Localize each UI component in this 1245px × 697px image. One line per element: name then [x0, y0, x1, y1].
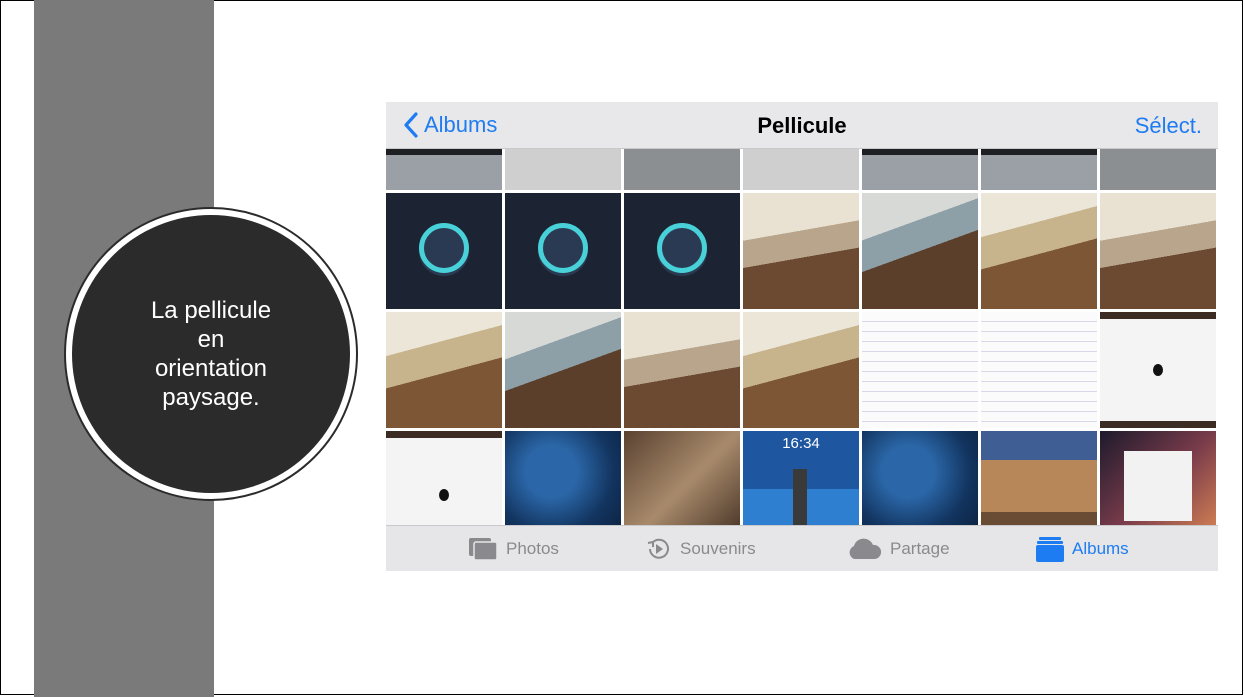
photo-thumbnail[interactable] — [981, 149, 1097, 190]
photo-thumbnail[interactable] — [981, 431, 1097, 525]
photo-thumbnail[interactable] — [386, 193, 502, 309]
photo-thumbnail[interactable] — [505, 149, 621, 190]
photo-thumbnail[interactable] — [743, 149, 859, 190]
photos-icon — [469, 538, 498, 561]
photo-thumbnail[interactable] — [386, 431, 502, 525]
tab-albums-label: Albums — [1072, 539, 1129, 558]
photo-thumbnail[interactable] — [386, 312, 502, 428]
tab-partage-label: Partage — [890, 539, 950, 558]
photo-grid: 16:34 — [386, 149, 1218, 525]
tab-partage[interactable]: Partage — [846, 526, 950, 571]
photo-thumbnail[interactable] — [624, 193, 740, 309]
photo-thumbnail[interactable] — [386, 149, 502, 190]
photo-thumbnail[interactable] — [862, 312, 978, 428]
albums-icon — [1036, 537, 1064, 562]
photo-thumbnail[interactable] — [862, 431, 978, 525]
photo-thumbnail[interactable] — [862, 149, 978, 190]
photo-thumbnail[interactable] — [624, 431, 740, 525]
tab-photos[interactable]: Photos — [468, 526, 559, 571]
photo-thumbnail[interactable] — [743, 312, 859, 428]
photo-thumbnail[interactable] — [1100, 312, 1216, 428]
slide-caption: La pellicule en orientation paysage. — [150, 297, 272, 411]
photo-thumbnail[interactable] — [505, 431, 621, 525]
photo-thumbnail[interactable] — [505, 193, 621, 309]
caption-circle: La pellicule en orientation paysage. — [72, 215, 350, 493]
photo-thumbnail[interactable] — [981, 312, 1097, 428]
photo-thumbnail[interactable] — [505, 312, 621, 428]
photo-thumbnail[interactable] — [862, 193, 978, 309]
cloud-icon — [849, 538, 882, 559]
tab-souvenirs[interactable]: Souvenirs — [644, 526, 756, 571]
photo-thumbnail[interactable] — [981, 193, 1097, 309]
memories-icon — [647, 538, 669, 559]
tab-bar: Photos Souvenirs Partage Albums — [386, 525, 1218, 571]
photo-thumbnail[interactable] — [1100, 431, 1216, 525]
photo-thumbnail[interactable] — [624, 149, 740, 190]
photo-thumbnail[interactable]: 16:34 — [743, 431, 859, 525]
tab-souvenirs-label: Souvenirs — [680, 539, 756, 558]
tab-albums[interactable]: Albums — [1036, 526, 1129, 571]
photo-thumbnail[interactable] — [624, 312, 740, 428]
photo-thumbnail[interactable] — [1100, 149, 1216, 190]
photo-thumbnail[interactable] — [1100, 193, 1216, 309]
page-title: Pellicule — [757, 113, 847, 138]
lockscreen-time: 16:34 — [782, 435, 820, 452]
navigation-bar: Albums Pellicule Sélect. — [386, 102, 1218, 149]
photo-thumbnail[interactable] — [743, 193, 859, 309]
select-button[interactable]: Sélect. — [1135, 113, 1202, 139]
photos-app-screenshot: Albums Pellicule Sélect. 16:34 Photos So… — [386, 102, 1218, 571]
tab-photos-label: Photos — [506, 539, 559, 558]
